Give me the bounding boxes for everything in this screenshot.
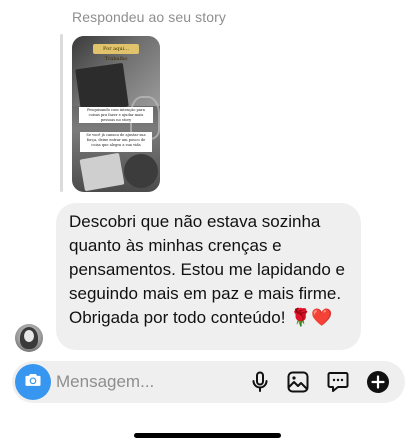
story-thumbnail-caption-2: Se você já cansou de ajustar sua força, …: [80, 132, 152, 152]
story-thumbnail-caption-1: Pesquisando com intenção para coisas pra…: [79, 107, 153, 123]
sticker-icon[interactable]: [326, 370, 350, 394]
message-composer: Mensagem...: [12, 361, 405, 403]
home-indicator: [134, 433, 281, 438]
microphone-icon[interactable]: [248, 370, 272, 394]
camera-icon: [23, 370, 43, 395]
story-thumbnail-notebook: [79, 152, 125, 192]
message-input[interactable]: Mensagem...: [56, 372, 154, 392]
message-text: Descobri que não estava sozinha quanto à…: [69, 212, 345, 327]
plus-icon[interactable]: [366, 370, 390, 394]
message-bubble[interactable]: Descobri que não estava sozinha quanto à…: [56, 203, 361, 350]
story-reply-label: Respondeu ao seu story: [72, 9, 226, 25]
story-thumbnail-book: [75, 62, 129, 114]
avatar-face: [24, 330, 34, 342]
reply-quote-bar: [60, 34, 63, 192]
avatar[interactable]: [15, 324, 43, 352]
story-thumbnail[interactable]: Por aqui... Trabalho Pesquisando com int…: [72, 36, 160, 192]
story-thumbnail-rose: [124, 154, 158, 188]
camera-button[interactable]: [15, 364, 51, 400]
gallery-icon[interactable]: [286, 370, 310, 394]
story-thumbnail-tag: Por aqui... Trabalho: [93, 44, 139, 62]
